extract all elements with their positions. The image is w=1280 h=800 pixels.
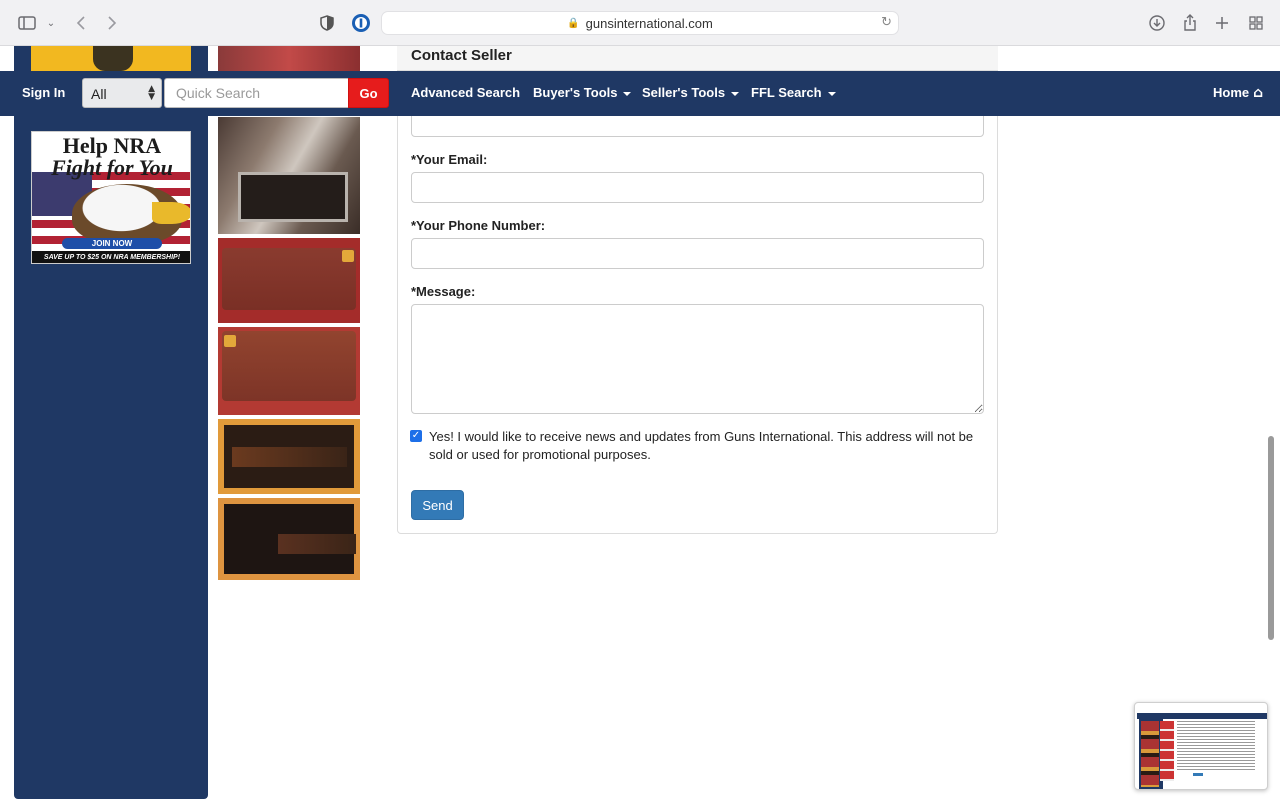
password-manager-icon[interactable] xyxy=(350,12,372,34)
ffl-search-menu[interactable]: FFL Search xyxy=(751,85,836,100)
browser-toolbar: ⌄ 🔒 gunsinternational.com ↻ xyxy=(0,0,1280,46)
reload-icon[interactable]: ↻ xyxy=(881,15,892,30)
sidebar-toggle-icon[interactable] xyxy=(16,12,38,34)
message-label: *Message: xyxy=(411,284,476,299)
tab-overview-icon[interactable] xyxy=(1245,12,1267,34)
email-field[interactable] xyxy=(411,172,984,203)
nra-join-label: JOIN NOW xyxy=(62,238,162,249)
photo-thumbnail[interactable] xyxy=(218,419,360,494)
page-preview-thumbnail[interactable] xyxy=(1134,702,1268,790)
newsletter-checkbox[interactable]: ✓ xyxy=(410,430,422,442)
email-label: *Your Email: xyxy=(411,152,488,167)
sellers-tools-menu[interactable]: Seller's Tools xyxy=(642,85,740,100)
send-button[interactable]: Send xyxy=(411,490,464,520)
home-icon: ⌂ xyxy=(1253,85,1264,101)
nra-headline: Help NRA Fight for You xyxy=(51,133,173,180)
sellers-tools-label: Seller's Tools xyxy=(642,85,726,100)
address-bar[interactable]: 🔒 gunsinternational.com ↻ xyxy=(381,11,899,35)
download-icon[interactable] xyxy=(1146,12,1168,34)
panel-title: Contact Seller xyxy=(411,47,512,64)
url-text: gunsinternational.com xyxy=(585,15,713,31)
share-icon[interactable] xyxy=(1179,12,1201,34)
quick-search-input[interactable] xyxy=(164,78,348,108)
photo-thumbnail[interactable] xyxy=(218,327,360,415)
go-button[interactable]: Go xyxy=(348,78,389,108)
lock-icon: 🔒 xyxy=(567,17,580,29)
category-select[interactable]: All ▲ ▼ xyxy=(82,78,162,108)
advanced-search-link[interactable]: Advanced Search xyxy=(411,85,520,100)
newsletter-text: Yes! I would like to receive news and up… xyxy=(429,429,974,462)
back-icon[interactable] xyxy=(70,12,92,34)
select-arrows-icon: ▲ ▼ xyxy=(148,84,155,102)
photo-thumbnail[interactable] xyxy=(218,46,360,71)
phone-label: *Your Phone Number: xyxy=(411,218,546,233)
message-textarea[interactable] xyxy=(411,304,984,414)
site-nav-bar: Sign In All ▲▼ Go Advanced Search Buyer'… xyxy=(0,71,1280,116)
buyers-tools-label: Buyer's Tools xyxy=(533,85,618,100)
nra-ad-banner[interactable]: Help NRA Fight for You JOIN NOW SAVE UP … xyxy=(31,131,191,264)
top-ad-banner[interactable] xyxy=(31,46,191,71)
new-tab-icon[interactable] xyxy=(1211,12,1233,34)
ffl-search-label: FFL Search xyxy=(751,85,822,100)
photo-thumbnail[interactable] xyxy=(218,117,360,234)
sign-in-link[interactable]: Sign In xyxy=(22,85,65,100)
caret-down-icon xyxy=(623,91,632,96)
page-scrollbar[interactable] xyxy=(1268,436,1274,640)
buyers-tools-menu[interactable]: Buyer's Tools xyxy=(533,85,632,100)
phone-field[interactable] xyxy=(411,238,984,269)
photo-thumbnail[interactable] xyxy=(218,498,360,580)
photo-thumbnail[interactable] xyxy=(218,238,360,323)
home-link[interactable]: Home ⌂ xyxy=(1213,85,1263,101)
shield-icon[interactable] xyxy=(316,12,338,34)
forward-icon[interactable] xyxy=(101,12,123,34)
caret-down-icon xyxy=(827,91,836,96)
nra-save-label: SAVE UP TO $25 ON NRA MEMBERSHIP! xyxy=(32,251,190,263)
caret-down-icon xyxy=(731,91,740,96)
category-selected-value: All xyxy=(91,86,107,102)
home-label: Home xyxy=(1213,85,1250,100)
chevron-down-icon[interactable]: ⌄ xyxy=(40,12,62,34)
contact-seller-header: Contact Seller xyxy=(397,46,998,71)
